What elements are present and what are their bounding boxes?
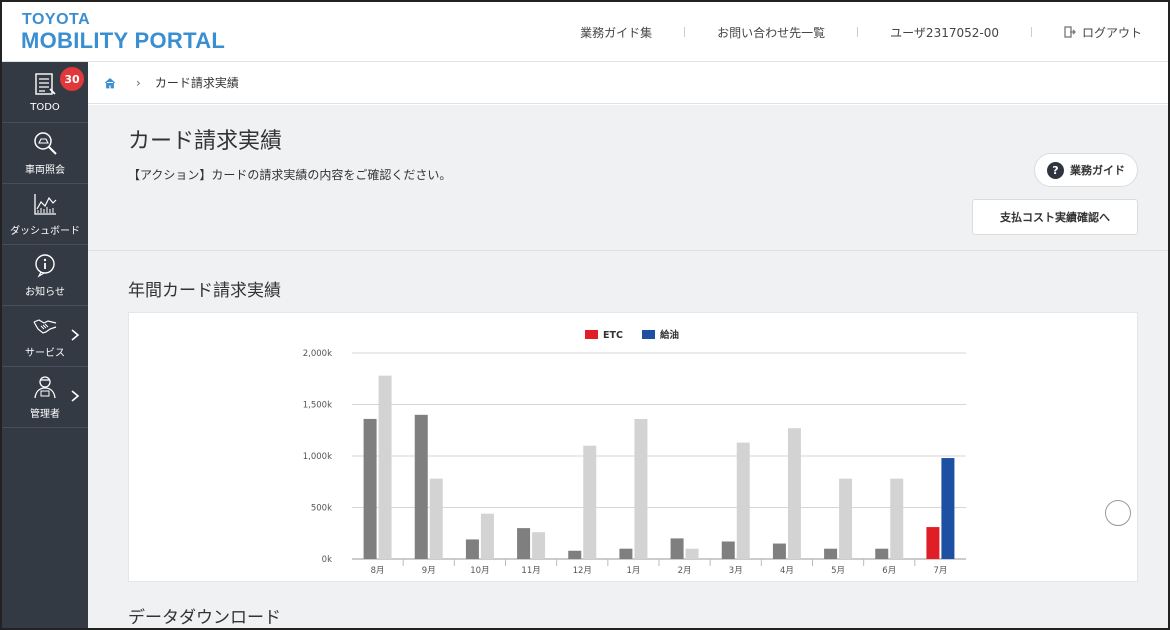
sidebar-item-admin[interactable]: 管理者	[2, 367, 88, 428]
chart-bar-etc	[414, 414, 428, 559]
page-description: 【アクション】カードの請求実績の内容をご確認ください。	[128, 168, 452, 182]
x-tick-label: 1月	[626, 566, 640, 576]
top-header: TOYOTA MOBILITY PORTAL 業務ガイド集 お問い合わせ先一覧 …	[2, 2, 1168, 62]
sidebar: 30 TODO 車両照会 ダッシュボード お知らせ サービス 管理者	[2, 62, 88, 628]
chart-section-title: 年間カード請求実績	[128, 281, 281, 301]
chart-bar-etc	[824, 548, 838, 559]
x-tick-label: 9月	[422, 566, 436, 576]
chart-bar-etc	[670, 538, 684, 559]
chart-bar-etc	[926, 527, 940, 559]
chart-bar-fuel	[583, 445, 597, 559]
dashboard-chart-icon	[34, 194, 57, 215]
logo-line1[interactable]: TOYOTA	[22, 11, 90, 29]
info-icon	[35, 254, 55, 278]
x-tick-label: 5月	[831, 566, 845, 576]
chart-bar-etc	[772, 543, 786, 559]
y-tick-label: 1,500k	[303, 401, 332, 411]
x-tick-label: 10月	[470, 566, 489, 576]
x-tick-label: 12月	[573, 566, 592, 576]
todo-count-badge: 30	[60, 67, 84, 91]
sidebar-item-label: サービス	[25, 348, 65, 359]
x-tick-label: 8月	[371, 566, 385, 576]
logout-button[interactable]: ログアウト	[1032, 24, 1142, 41]
breadcrumb-current: カード請求実績	[154, 76, 239, 90]
chart-bar-fuel	[378, 375, 392, 559]
header-nav: 業務ガイド集 お問い合わせ先一覧 ユーザ2317052-00 ログアウト	[548, 2, 1142, 62]
breadcrumb-separator: ›	[136, 75, 141, 90]
chart-bar-fuel	[839, 478, 853, 559]
home-icon[interactable]	[104, 77, 116, 89]
sidebar-item-notices[interactable]: お知らせ	[2, 245, 88, 306]
sidebar-item-vehicle-search[interactable]: 車両照会	[2, 123, 88, 184]
x-tick-label: 7月	[933, 566, 947, 576]
legend-swatch-fuel	[642, 330, 655, 339]
chart-bar-fuel	[890, 478, 904, 559]
chart-bar-etc	[363, 418, 377, 559]
nav-guides-link[interactable]: 業務ガイド集	[548, 24, 684, 41]
nav-contacts-link[interactable]: お問い合わせ先一覧	[685, 24, 857, 41]
help-icon: ?	[1047, 161, 1064, 179]
x-tick-label: 2月	[678, 566, 692, 576]
chart-bar-etc	[619, 548, 633, 559]
payment-cost-button[interactable]: 支払コスト実績確認へ	[972, 199, 1138, 235]
chevron-right-icon	[71, 390, 80, 402]
sidebar-item-label: TODO	[30, 102, 60, 113]
scroll-indicator[interactable]	[1105, 500, 1131, 526]
logout-icon	[1064, 26, 1076, 38]
business-guide-button[interactable]: ? 業務ガイド	[1034, 153, 1138, 187]
x-tick-label: 4月	[780, 566, 794, 576]
admin-user-icon	[34, 376, 56, 399]
x-tick-label: 11月	[521, 566, 540, 576]
chart-bar-fuel	[429, 478, 443, 559]
vehicle-search-icon	[34, 132, 57, 155]
sidebar-item-label: ダッシュボード	[10, 226, 80, 237]
chart-bar-etc	[517, 528, 531, 559]
sidebar-item-label: 車両照会	[25, 165, 65, 176]
sidebar-item-label: お知らせ	[25, 287, 65, 298]
app-frame: TOYOTA MOBILITY PORTAL 業務ガイド集 お問い合わせ先一覧 …	[0, 0, 1170, 630]
main-content: カード請求実績 【アクション】カードの請求実績の内容をご確認ください。 ? 業務…	[88, 105, 1168, 628]
sidebar-item-services[interactable]: サービス	[2, 306, 88, 367]
logout-label: ログアウト	[1081, 25, 1142, 40]
annual-billing-chart: 0k 500k 1,000k 1,500k 2,000k 8月 9月 10月 11月 12月 1月 2…	[303, 329, 966, 576]
legend-label-fuel: 給油	[660, 329, 679, 341]
legend-swatch-etc	[585, 330, 598, 339]
download-section-title: データダウンロード	[128, 608, 281, 628]
page-title: カード請求実績	[128, 129, 283, 154]
section-divider	[88, 250, 1168, 251]
chart-bar-fuel	[685, 548, 699, 559]
logo-line2[interactable]: MOBILITY PORTAL	[21, 28, 225, 54]
y-tick-label: 2,000k	[303, 349, 332, 359]
chart-bar-fuel	[941, 458, 955, 559]
todo-list-icon	[35, 73, 56, 95]
y-tick-label: 0k	[322, 555, 332, 565]
chart-bar-fuel	[787, 428, 801, 559]
business-guide-label: 業務ガイド	[1070, 164, 1125, 177]
chart-bar-etc	[465, 539, 479, 559]
user-name[interactable]: ユーザ2317052-00	[858, 24, 1031, 41]
breadcrumb: › カード請求実績	[88, 62, 1168, 104]
y-tick-label: 500k	[311, 504, 332, 514]
chart-bar-etc	[721, 541, 735, 559]
sidebar-item-todo[interactable]: 30 TODO	[2, 62, 88, 123]
chart-bar-fuel	[736, 442, 750, 559]
chart-bar-fuel	[532, 532, 546, 559]
chart-bar-etc	[568, 550, 582, 559]
handshake-icon	[33, 319, 57, 334]
chart-bar-fuel	[634, 418, 648, 559]
x-tick-label: 3月	[729, 566, 743, 576]
legend-label-etc: ETC	[603, 330, 623, 341]
chart-card: 0k 500k 1,000k 1,500k 2,000k 8月 9月 10月 11月 12月 1月 2…	[128, 312, 1138, 582]
y-tick-label: 1,000k	[303, 452, 332, 462]
chart-bar-fuel	[480, 513, 494, 559]
chevron-right-icon	[71, 329, 80, 341]
sidebar-item-label: 管理者	[30, 409, 60, 420]
x-tick-label: 6月	[882, 566, 896, 576]
chart-bar-etc	[875, 548, 889, 559]
sidebar-item-dashboard[interactable]: ダッシュボード	[2, 184, 88, 245]
